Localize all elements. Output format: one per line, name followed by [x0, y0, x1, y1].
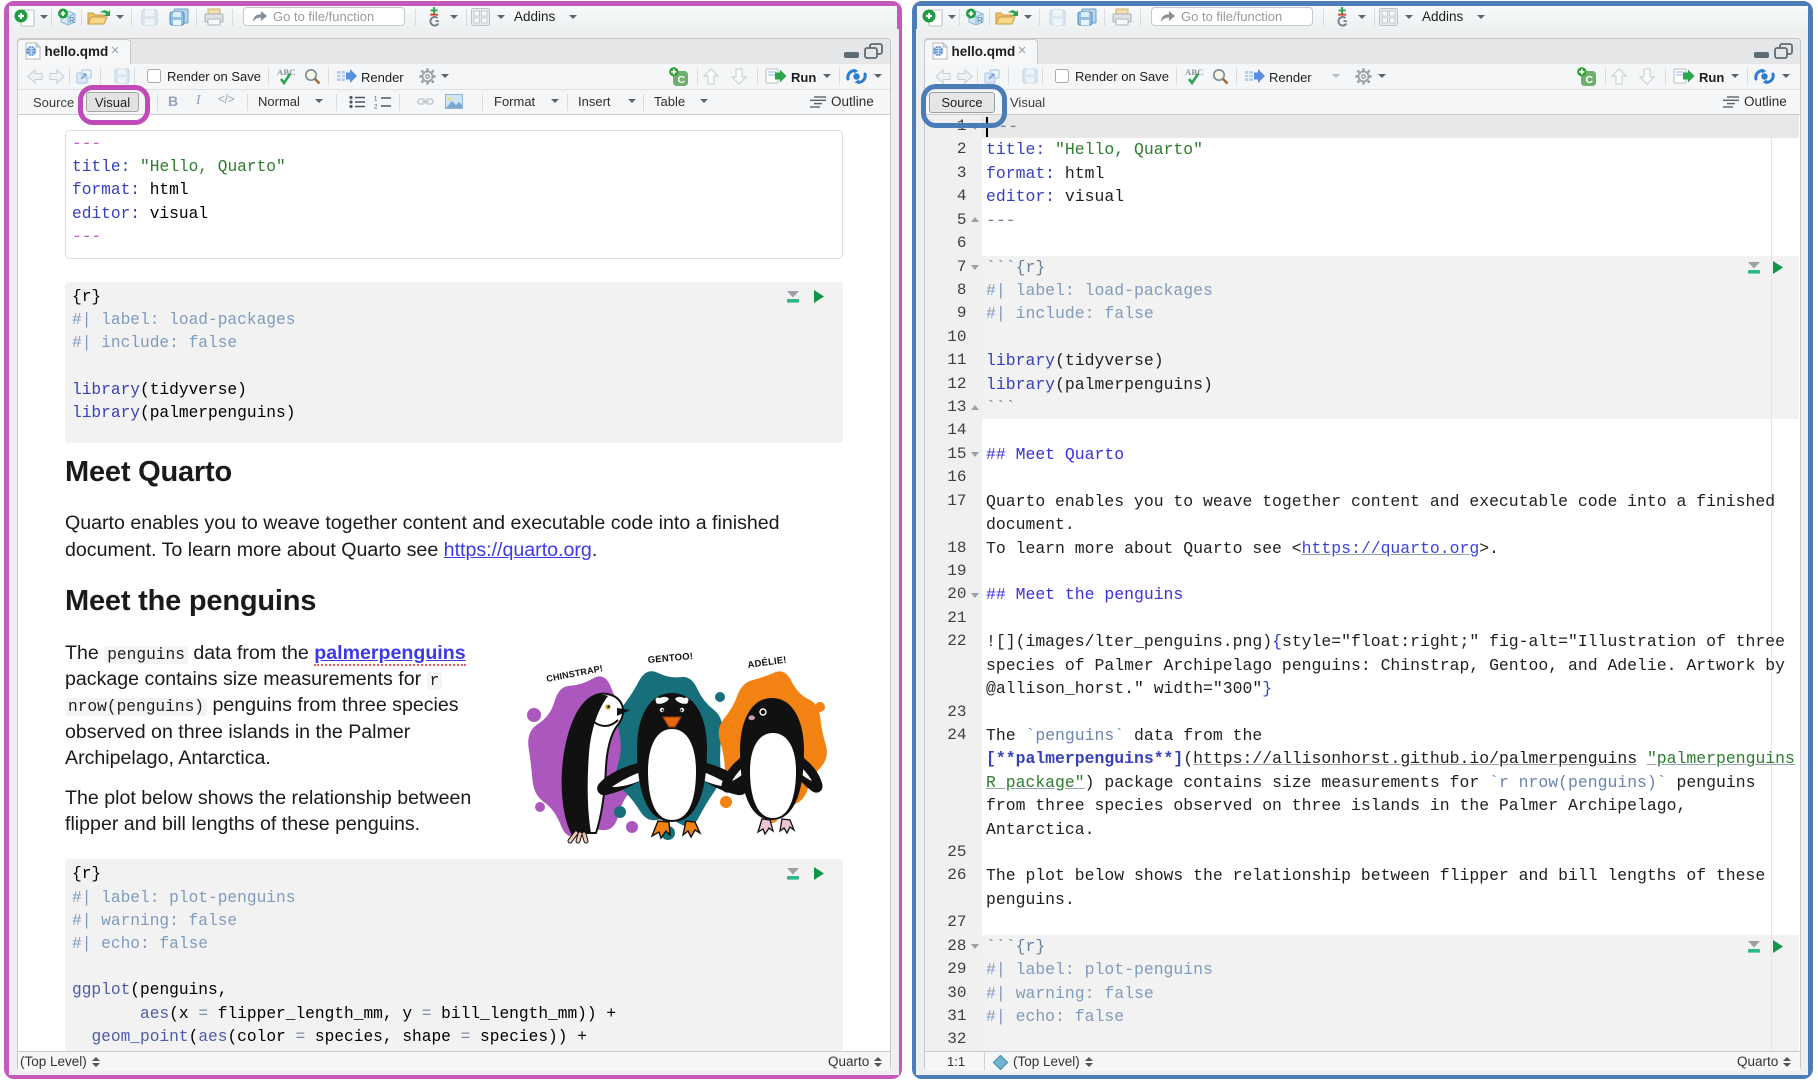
svg-text:ADÉLIE!: ADÉLIE! [747, 655, 788, 671]
svg-text:R: R [977, 16, 983, 25]
svg-text:ABC: ABC [1185, 67, 1204, 77]
svg-text:C: C [1586, 74, 1594, 86]
svg-text:R: R [69, 16, 75, 25]
svg-text:C: C [678, 74, 686, 86]
svg-text:ABC: ABC [277, 67, 296, 77]
svg-text:GENTOO!: GENTOO! [647, 651, 693, 666]
svg-text:2: 2 [374, 105, 378, 110]
svg-text:1: 1 [374, 97, 378, 103]
